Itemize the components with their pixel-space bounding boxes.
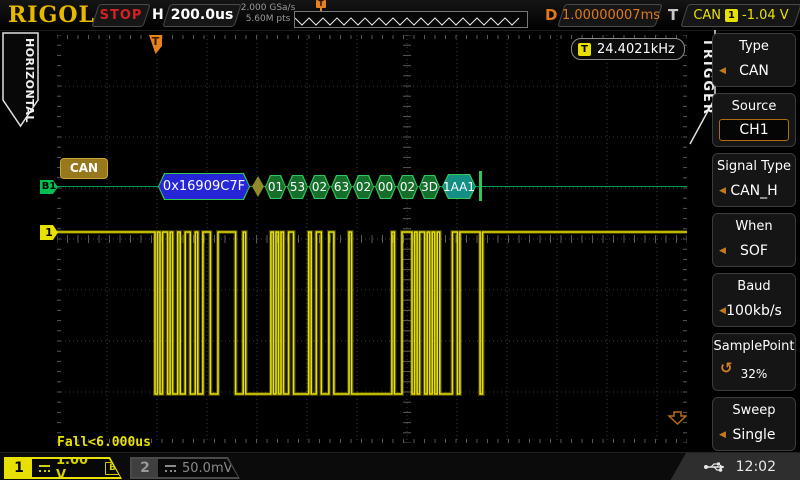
menu-item-sweep[interactable]: Sweep ◀ ↺ Single xyxy=(712,397,796,451)
channel1-waveform xyxy=(57,35,687,443)
timebase-value: 200.0us xyxy=(167,5,237,26)
top-status-bar: RIGOL STOP H 200.0us 2.000 GSa/s 5.60M p… xyxy=(0,0,800,31)
frame-end-bar xyxy=(479,171,482,201)
menu-item-value: CAN_H xyxy=(713,183,795,199)
byte-value: 63 xyxy=(331,175,352,199)
channel1-number: 1 xyxy=(6,459,32,477)
system-status-panel: 12:02 xyxy=(670,453,800,480)
menu-item-label: When xyxy=(713,214,795,234)
menu-item-value: 100kb/s xyxy=(713,303,795,319)
menu-item-value: Single xyxy=(713,427,795,443)
crc-box: 1AA1 xyxy=(442,174,476,199)
menu-item-baud[interactable]: Baud ◀ ↺ 100kb/s xyxy=(712,273,796,327)
acquisition-info: 2.000 GSa/s 5.60M pts xyxy=(240,3,296,25)
bottom-bar: 1 1.00 V B 2 50.0mV xyxy=(0,452,800,480)
byte-value: 02 xyxy=(397,175,418,199)
byte-value: 00 xyxy=(375,175,396,199)
dc-coupling-icon xyxy=(165,465,176,472)
menu-item-signal-type[interactable]: Signal Type ◀ ↺ CAN_H xyxy=(712,153,796,207)
menu-item-value: CH1 xyxy=(719,119,789,141)
menu-item-source[interactable]: Source ◀ ↺ CH1 xyxy=(712,93,796,147)
menu-item-label: Source xyxy=(713,94,795,114)
decode-data-byte: 02 xyxy=(353,175,374,199)
channel2-badge[interactable]: 2 50.0mV xyxy=(130,457,240,479)
decode-data-byte: 02 xyxy=(397,175,418,199)
trigger-channel-chip: 1 xyxy=(725,9,738,22)
measurement-text: Fall<6.000us xyxy=(57,435,151,450)
bus-label: CAN xyxy=(60,158,108,179)
decode-data-bytes: 01 53 02 63 02 00 02 3D xyxy=(265,175,440,199)
run-status-text: STOP xyxy=(96,5,146,26)
overview-waveform xyxy=(295,14,525,27)
delay-label: D xyxy=(545,6,557,24)
rigol-logo: RIGOL xyxy=(8,2,95,28)
decode-data-byte: 53 xyxy=(287,175,308,199)
menu-item-type[interactable]: Type ◀ ↺ CAN xyxy=(712,33,796,87)
decode-data-byte: 02 xyxy=(309,175,330,199)
byte-value: 02 xyxy=(309,175,330,199)
menu-item-label: Baud xyxy=(713,274,795,294)
run-status-badge: STOP xyxy=(91,4,150,27)
oscilloscope-screen: RIGOL STOP H 200.0us 2.000 GSa/s 5.60M p… xyxy=(0,0,800,480)
horizontal-label: H xyxy=(152,7,164,23)
menu-item-value: SOF xyxy=(713,243,795,259)
menu-item-value: 32% xyxy=(713,367,795,381)
sample-rate: 2.000 GSa/s xyxy=(240,3,296,14)
waveform-overview-strip xyxy=(294,11,528,28)
byte-value: 53 xyxy=(287,175,308,199)
crc-value: 1AA1 xyxy=(442,174,476,199)
dc-coupling-icon xyxy=(39,465,50,472)
trigger-label: T xyxy=(668,6,678,24)
channel1-ground-marker: 1 xyxy=(40,225,58,240)
counter-value: 24.4021kHz xyxy=(597,42,675,57)
frequency-counter: T 24.4021kHz xyxy=(571,38,685,60)
menu-item-label: SamplePoint xyxy=(713,334,795,354)
clock: 12:02 xyxy=(736,459,776,475)
menu-item-label: Signal Type xyxy=(713,154,795,174)
decode-data-byte: 01 xyxy=(265,175,286,199)
menu-item-label: Type xyxy=(713,34,795,54)
menu-item-samplepoint[interactable]: SamplePoint ◀ ↺ 32% xyxy=(712,333,796,391)
decode-data-byte: 63 xyxy=(331,175,352,199)
trigger-settings-badge: CAN 1 -1.04 V xyxy=(680,4,800,27)
frame-id-value: 0x16909C7F xyxy=(158,173,250,200)
decode-data-byte: 00 xyxy=(375,175,396,199)
channel1-badge[interactable]: 1 1.00 V B xyxy=(4,457,122,479)
bus-marker: B1 xyxy=(40,180,58,194)
decode-data-byte: 3D xyxy=(419,175,440,199)
horizontal-tab: HORIZONTAL xyxy=(2,32,42,132)
channel2-number: 2 xyxy=(132,459,158,477)
menu-item-when[interactable]: When ◀ ↺ SOF xyxy=(712,213,796,267)
frame-id-box: 0x16909C7F xyxy=(158,173,250,200)
channel2-scale: 50.0mV xyxy=(182,461,233,476)
svg-text:HORIZONTAL: HORIZONTAL xyxy=(23,38,36,123)
menu-item-label: Sweep xyxy=(713,398,795,418)
timebase-badge: 200.0us xyxy=(162,4,241,27)
usb-icon xyxy=(703,461,729,473)
byte-value: 3D xyxy=(419,175,440,199)
delay-badge: 1.00000007ms xyxy=(557,4,662,27)
trigger-position-flag-icon: T xyxy=(316,0,326,10)
counter-trigger-icon: T xyxy=(578,43,591,56)
delay-value: 1.00000007ms xyxy=(562,5,658,26)
trigger-type: CAN xyxy=(693,5,721,26)
menu-panel: Type ◀ ↺ CAN Source ◀ ↺ CH1 Signal Type … xyxy=(712,33,796,457)
trigger-level-value: -1.04 V xyxy=(742,5,789,26)
memory-depth: 5.60M pts xyxy=(240,14,296,25)
menu-item-value: CAN xyxy=(713,63,795,79)
byte-value: 01 xyxy=(265,175,286,199)
byte-value: 02 xyxy=(353,175,374,199)
